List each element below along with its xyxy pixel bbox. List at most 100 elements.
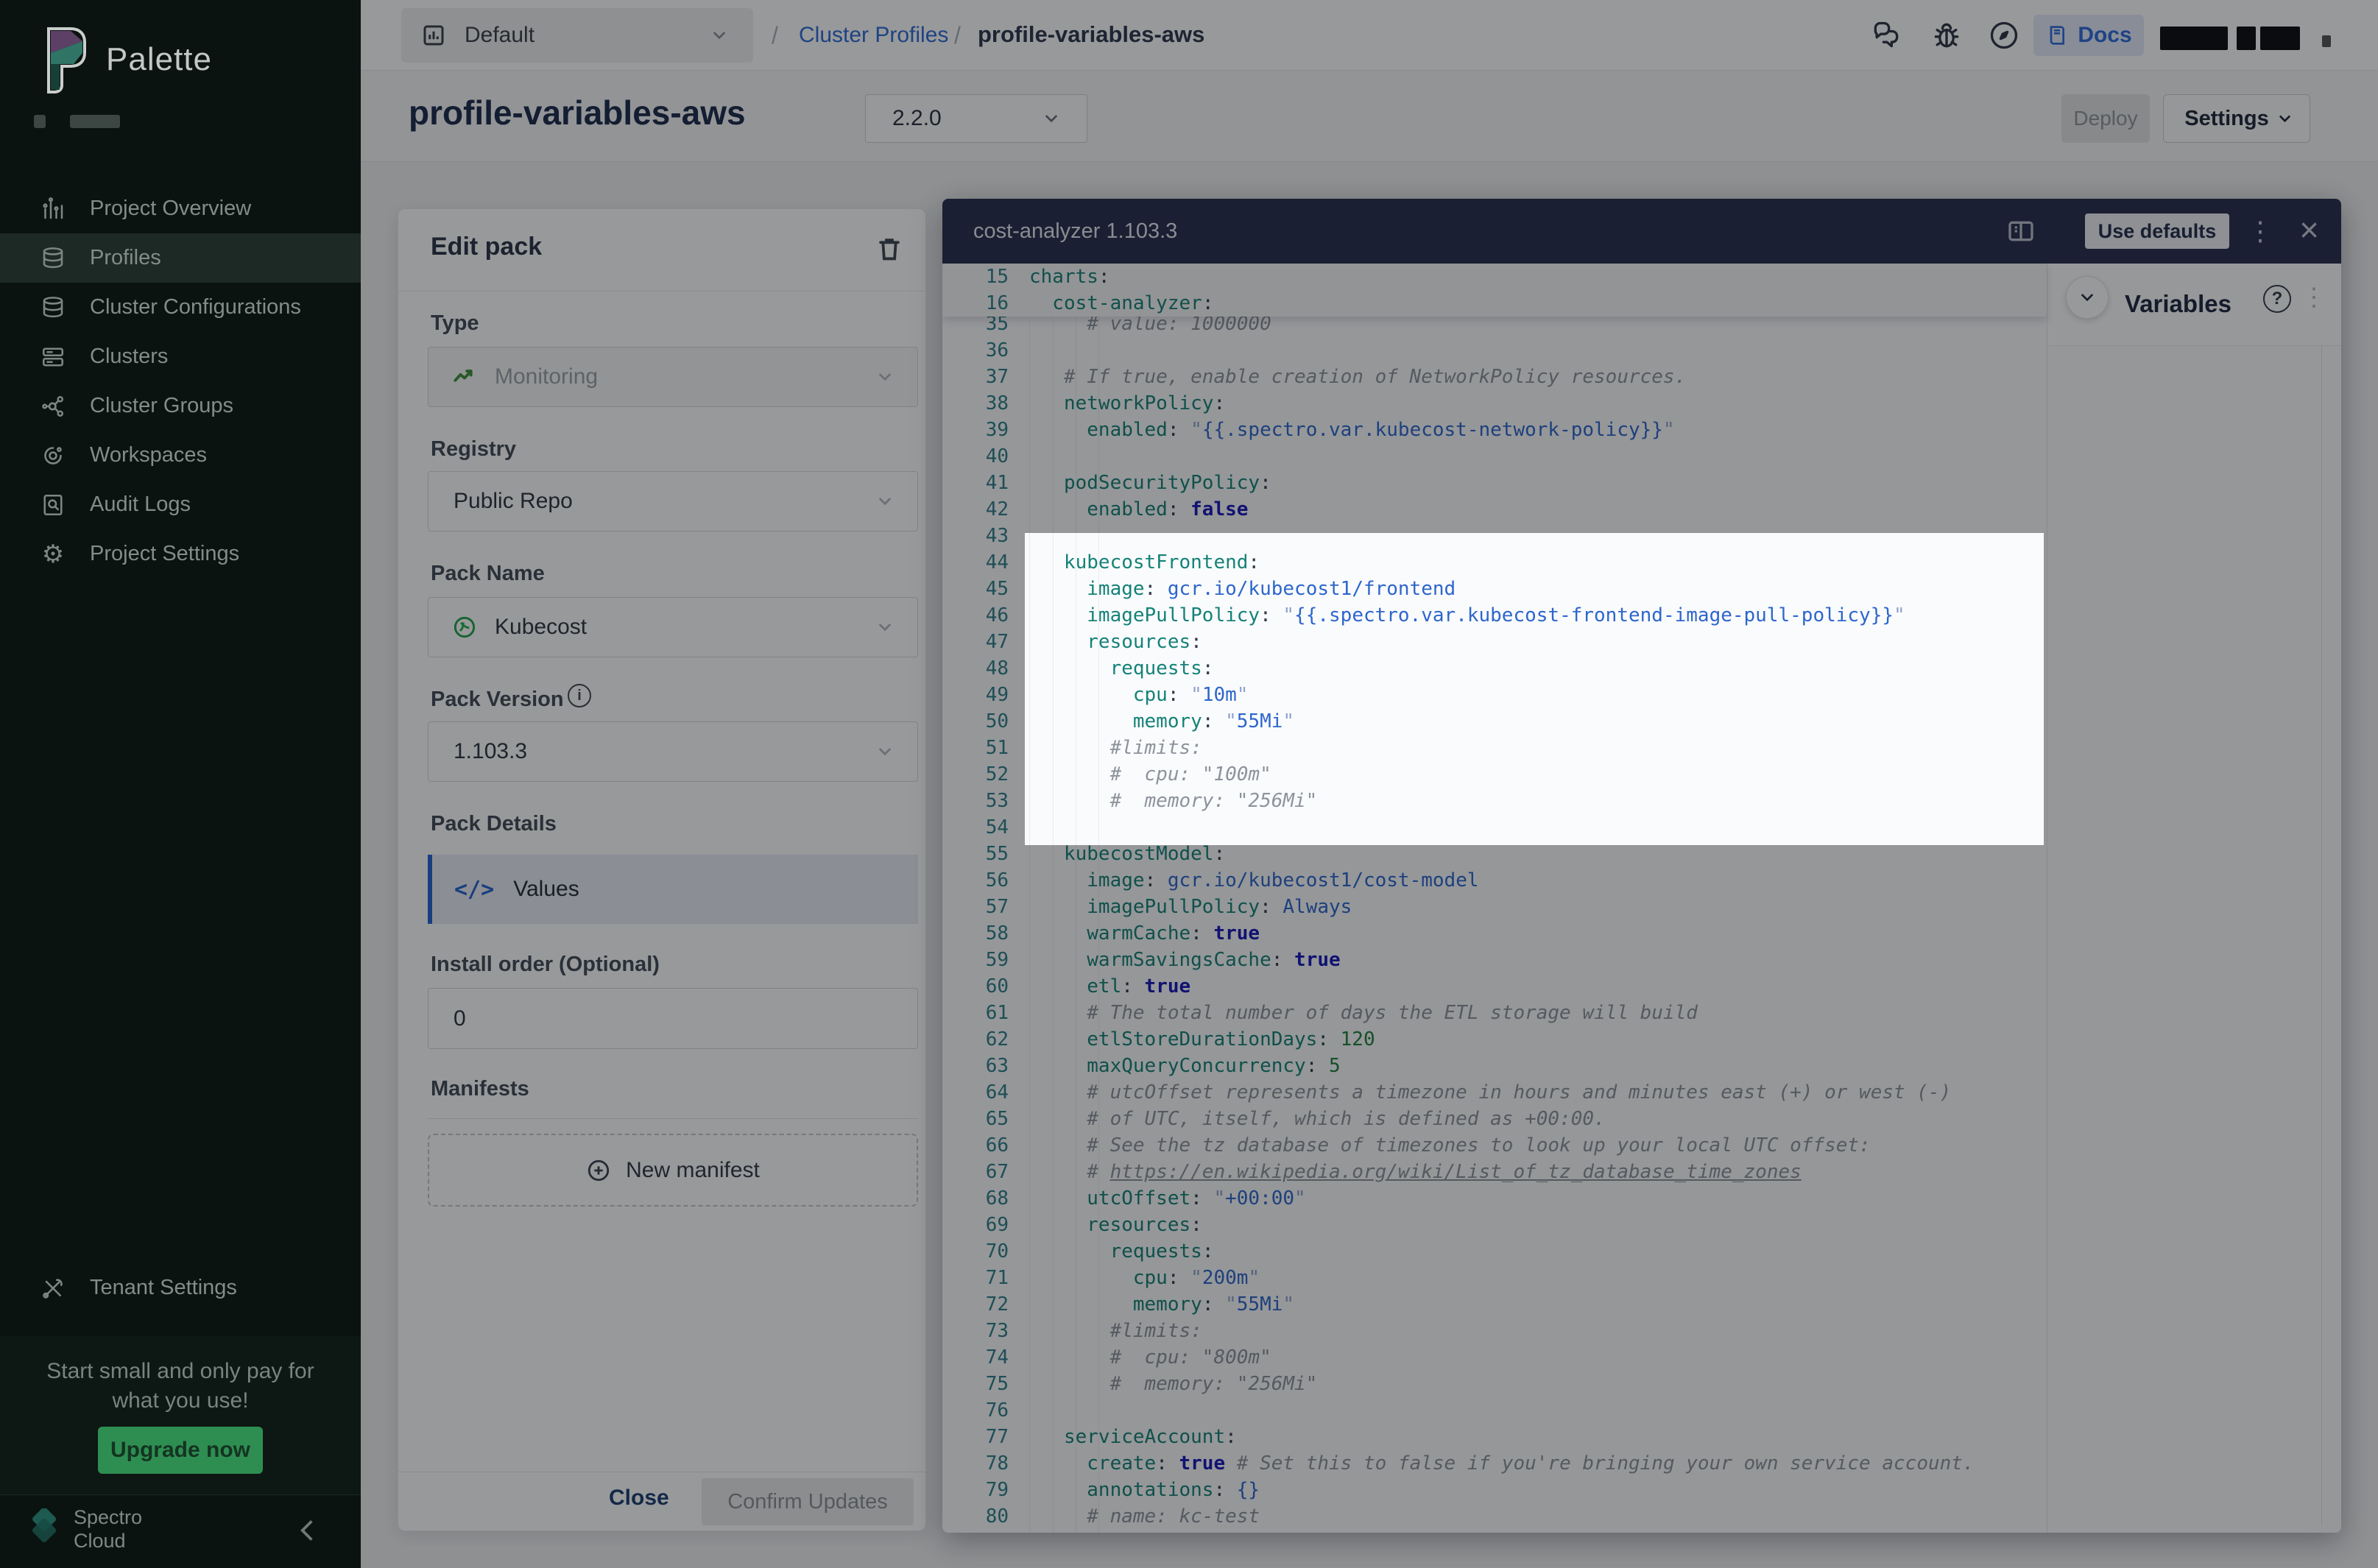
sidebar-item-clusters[interactable]: Clusters	[0, 332, 361, 381]
editor-title: cost-analyzer 1.103.3	[973, 219, 1177, 244]
deploy-button[interactable]: Deploy	[2061, 94, 2150, 143]
type-label: Type	[431, 311, 479, 336]
line-number: 68	[942, 1187, 1029, 1209]
code-line-40: 40	[942, 443, 2047, 470]
gutter-border	[1029, 264, 1030, 1533]
top-bar: Default / Cluster Profiles / profile-var…	[361, 0, 2378, 71]
close-editor-icon[interactable]: ×	[2299, 208, 2319, 252]
palette-logo-icon	[38, 25, 91, 94]
line-number: 16	[942, 292, 1029, 314]
redacted-username	[2160, 27, 2228, 50]
upgrade-now-button[interactable]: Upgrade now	[98, 1427, 263, 1474]
pack-details-values-tab[interactable]: </> Values	[428, 855, 918, 924]
project-selector[interactable]: Default	[401, 8, 753, 63]
redacted-caret	[2322, 35, 2331, 47]
feedback-chat-icon[interactable]	[1870, 19, 1902, 52]
docs-button[interactable]: Docs	[2033, 15, 2144, 56]
line-number: 37	[942, 366, 1029, 388]
layers-icon	[38, 294, 68, 321]
sidebar-footer: Spectro Cloud	[0, 1494, 361, 1568]
sidebar-item-label: Clusters	[90, 345, 168, 369]
bug-report-icon[interactable]	[1930, 19, 1963, 52]
sidebar-nav: Project OverviewProfilesCluster Configur…	[0, 184, 361, 579]
close-button[interactable]: Close	[609, 1486, 669, 1511]
code-line-60: 60 etl: true	[942, 973, 2047, 1000]
line-number: 67	[942, 1161, 1029, 1183]
line-number: 70	[942, 1240, 1029, 1262]
line-number: 38	[942, 392, 1029, 414]
brand-name: Palette	[106, 41, 212, 78]
code-line-71: 71 cpu: "200m"	[942, 1265, 2047, 1291]
profile-version-select[interactable]: 2.2.0	[865, 94, 1087, 143]
line-number: 65	[942, 1108, 1029, 1130]
page-title: profile-variables-aws	[409, 93, 746, 133]
compass-help-icon[interactable]	[1988, 19, 2020, 52]
sidebar-item-cluster-groups[interactable]: Cluster Groups	[0, 381, 361, 431]
line-number: 73	[942, 1320, 1029, 1342]
info-icon[interactable]: i	[568, 684, 591, 707]
line-number: 58	[942, 922, 1029, 944]
edit-pack-panel: Edit pack Type Monitoring Registry Publi…	[398, 208, 926, 1531]
line-number: 56	[942, 869, 1029, 891]
code-line-67: 67 # https://en.wikipedia.org/wiki/List_…	[942, 1159, 2047, 1185]
registry-select[interactable]: Public Repo	[428, 471, 918, 532]
install-order-input[interactable]	[428, 988, 918, 1049]
sidebar-item-audit-logs[interactable]: Audit Logs	[0, 480, 361, 529]
sidebar-item-label: Audit Logs	[90, 492, 191, 517]
line-number: 66	[942, 1134, 1029, 1156]
new-manifest-button[interactable]: New manifest	[428, 1134, 918, 1207]
delete-pack-icon[interactable]	[875, 234, 903, 267]
doc-search-icon	[38, 492, 68, 518]
editor-menu-icon[interactable]: ⋮	[2247, 215, 2273, 247]
variables-panel: Variables ? ⋮	[2047, 264, 2341, 1533]
code-line-54: 54	[942, 814, 2047, 841]
chevron-down-icon	[713, 27, 726, 40]
code-area[interactable]: 35 # value: 10000003637 # If true, enabl…	[942, 264, 2047, 1533]
sidebar-item-profiles[interactable]: Profiles	[0, 233, 361, 283]
new-manifest-label: New manifest	[626, 1158, 760, 1183]
code-line-63: 63 maxQueryConcurrency: 5	[942, 1053, 2047, 1079]
line-number: 50	[942, 710, 1029, 732]
line-number: 57	[942, 896, 1029, 918]
type-value: Monitoring	[495, 364, 598, 389]
code-line-58: 58 warmCache: true	[942, 920, 2047, 947]
settings-button[interactable]: Settings	[2163, 94, 2310, 143]
line-number: 43	[942, 525, 1029, 547]
code-line-16: 16 cost-analyzer:	[942, 290, 2047, 317]
docs-label: Docs	[2078, 23, 2131, 48]
values-label: Values	[513, 877, 579, 902]
variables-collapse-button[interactable]	[2066, 276, 2109, 319]
line-number: 79	[942, 1479, 1029, 1501]
line-number: 62	[942, 1028, 1029, 1050]
code-line-79: 79 annotations: {}	[942, 1477, 2047, 1503]
pack-version-select[interactable]: 1.103.3	[428, 721, 918, 782]
sidebar-item-project-settings[interactable]: ⚙Project Settings	[0, 529, 361, 579]
sidebar-item-label: Cluster Groups	[90, 394, 233, 418]
sidebar-item-label: Tenant Settings	[90, 1276, 237, 1300]
sidebar-item-project-overview[interactable]: Project Overview	[0, 184, 361, 233]
code-line-76: 76	[942, 1397, 2047, 1424]
code-line-56: 56 image: gcr.io/kubecost1/cost-model	[942, 867, 2047, 894]
line-number: 75	[942, 1373, 1029, 1395]
variables-menu-icon[interactable]: ⋮	[2301, 283, 2326, 312]
collapse-sidebar-icon[interactable]	[300, 1520, 321, 1541]
project-selector-label: Default	[465, 23, 534, 48]
use-defaults-button[interactable]: Use defaults	[2085, 213, 2229, 249]
pack-version-value: 1.103.3	[454, 739, 527, 764]
sidebar-item-label: Workspaces	[90, 443, 207, 467]
code-line-57: 57 imagePullPolicy: Always	[942, 894, 2047, 920]
sidebar-item-cluster-configurations[interactable]: Cluster Configurations	[0, 283, 361, 332]
sidebar-item-workspaces[interactable]: Workspaces	[0, 431, 361, 480]
split-view-icon[interactable]	[2006, 216, 2036, 250]
breadcrumb-cluster-profiles[interactable]: Cluster Profiles	[799, 23, 948, 48]
sidebar-item-tenant-settings[interactable]: Tenant Settings	[0, 1263, 361, 1313]
confirm-updates-button[interactable]: Confirm Updates	[702, 1478, 914, 1525]
line-number: 47	[942, 631, 1029, 653]
line-number: 49	[942, 684, 1029, 706]
variables-help-icon[interactable]: ?	[2263, 285, 2291, 313]
pack-values-editor-modal: cost-analyzer 1.103.3 Use defaults ⋮ × 3…	[942, 199, 2341, 1533]
code-line-38: 38 networkPolicy:	[942, 390, 2047, 417]
pack-name-select[interactable]: Kubecost	[428, 597, 918, 657]
code-line-78: 78 create: true # Set this to false if y…	[942, 1450, 2047, 1477]
divider	[2321, 346, 2322, 1525]
